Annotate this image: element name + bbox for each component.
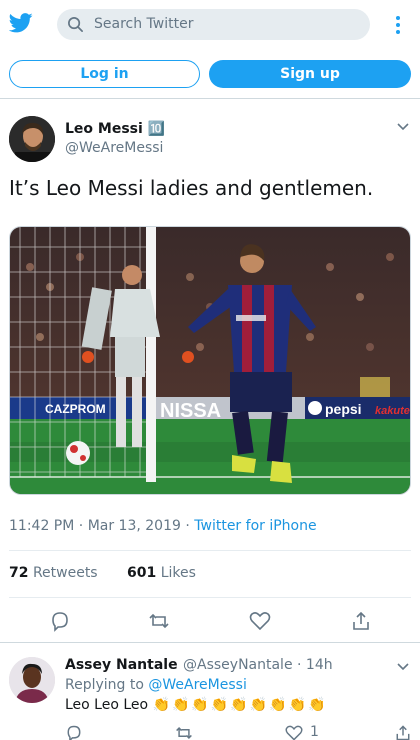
stats-divider [9,597,411,598]
reply-time[interactable]: 14h [306,657,333,673]
auth-row: Log in Sign up [0,58,420,90]
share-icon[interactable] [350,610,372,632]
ad-banner-text: NISSA [160,400,221,422]
reply-author-name[interactable]: Assey Nantale [65,657,178,673]
tweet-time[interactable]: 11:42 PM [9,518,74,534]
chevron-down-icon[interactable] [396,122,410,132]
tweet-source-link[interactable]: Twitter for iPhone [194,518,316,534]
replying-prefix: Replying to [65,677,144,693]
reply-icon[interactable] [65,724,83,740]
separator-dot: · [185,518,190,534]
likes-stat[interactable]: 601 Likes [127,565,196,581]
ad-banner-text: kakuten [375,405,411,417]
likes-count: 601 [127,565,157,581]
actions-divider [0,642,420,643]
tweet-text: It’s Leo Messi ladies and gentlemen. [9,176,374,200]
retweets-label: Retweets [32,565,98,581]
tweet-meta: 11:42 PM · Mar 13, 2019 · Twitter for iP… [9,518,317,534]
search-icon [68,17,83,32]
signup-button[interactable]: Sign up [209,60,411,88]
author-avatar[interactable] [9,116,55,162]
header-divider [0,98,420,99]
photo-illustration: CAZPROM NISSA pepsi kakuten [10,227,411,494]
replying-to-link[interactable]: @WeAreMessi [148,677,246,693]
separator-dot: · [78,518,84,534]
retweets-stat[interactable]: 72 Retweets [9,565,98,581]
reply-likes-count: 1 [310,724,319,740]
replying-to: Replying to @WeAreMessi [65,677,247,693]
tweet-date[interactable]: Mar 13, 2019 [88,518,181,534]
search-box[interactable]: Search Twitter [57,9,370,40]
retweets-count: 72 [9,565,29,581]
ad-banner-text: CAZPROM [45,402,106,416]
top-bar: Search Twitter [0,0,420,50]
share-icon[interactable] [394,724,412,740]
author-name-text[interactable]: Leo Messi [65,121,143,137]
twitter-logo-icon[interactable] [9,12,33,34]
author-name[interactable]: Leo Messi 🔟 [65,121,165,137]
like-icon[interactable] [285,724,303,740]
meta-divider [9,550,411,551]
separator-dot: · [297,657,302,673]
retweet-icon[interactable] [148,610,170,632]
like-icon[interactable] [249,610,271,632]
reply-text: Leo Leo Leo 👏👏👏👏👏👏👏👏👏 [65,697,327,713]
search-input[interactable]: Search Twitter [94,16,193,32]
reply-icon[interactable] [49,610,71,632]
reply-emoji: 👏👏👏👏👏👏👏👏👏 [152,697,328,713]
retweet-icon[interactable] [175,724,193,740]
reply-text-body: Leo Leo Leo [65,697,149,713]
reply-author-handle[interactable]: @AsseyNantale [183,657,293,673]
likes-label: Likes [160,565,196,581]
more-menu-icon[interactable] [391,14,405,36]
author-badge: 🔟 [147,121,166,137]
reply-author-avatar[interactable] [9,657,55,703]
ad-banner-text: pepsi [325,401,362,417]
chevron-down-icon[interactable] [396,662,410,672]
author-handle[interactable]: @WeAreMessi [65,140,163,156]
login-button[interactable]: Log in [9,60,200,88]
reply-author-meta: @AsseyNantale · 14h [183,657,333,673]
tweet-media-photo[interactable]: CAZPROM NISSA pepsi kakuten [9,226,411,495]
